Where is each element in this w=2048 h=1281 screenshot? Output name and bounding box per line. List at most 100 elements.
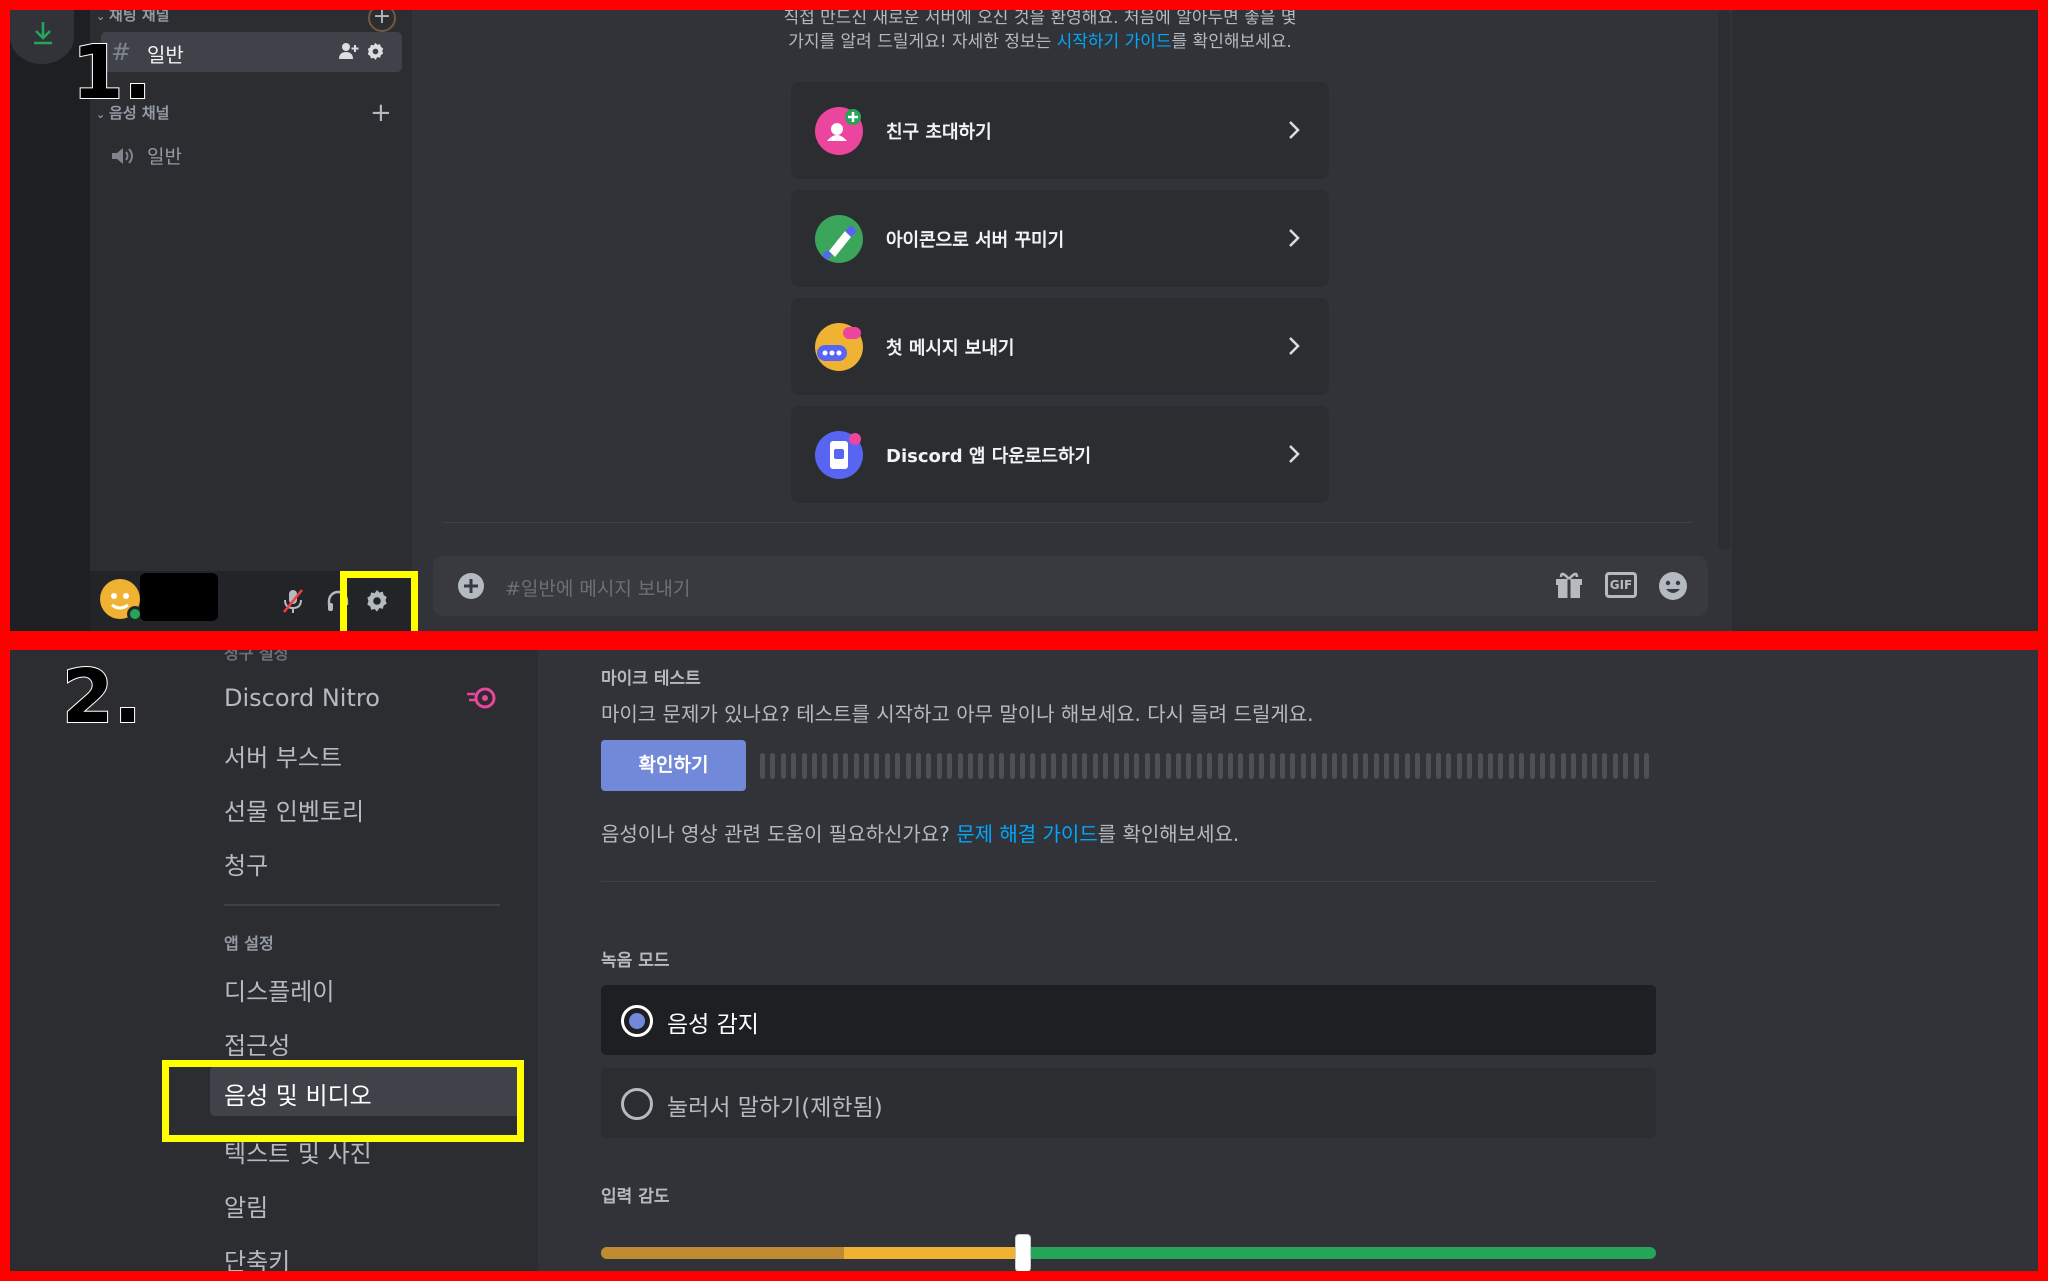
mic-meter-bar — [874, 753, 880, 779]
card-download-app[interactable]: Discord 앱 다운로드하기 — [791, 406, 1329, 503]
mic-meter-bar — [978, 753, 984, 779]
nav-server-boost[interactable]: 서버 부스트 — [224, 738, 342, 773]
nav-accessibility[interactable]: 접근성 — [224, 1026, 290, 1061]
mic-meter-bar — [1196, 753, 1202, 779]
mic-meter-bar — [1280, 753, 1285, 779]
nav-gift-inventory[interactable]: 선물 인벤토리 — [224, 792, 364, 827]
radio-label: 눌러서 말하기(제한됨) — [667, 1095, 883, 1121]
nav-discord-nitro[interactable]: Discord Nitro — [224, 684, 380, 712]
mic-meter-bar — [936, 753, 942, 779]
nav-display[interactable]: 디스플레이 — [224, 972, 334, 1007]
mic-meter-bar — [968, 753, 973, 779]
mute-mic-icon[interactable] — [282, 588, 304, 614]
message-composer[interactable]: #일반에 메시지 보내기 GIF — [433, 556, 1708, 616]
welcome-line-2: 가지를 알려 드릴게요! 자세한 정보는 시작하기 가이드를 확인해보세요. — [788, 32, 1292, 52]
message-input-placeholder[interactable]: #일반에 메시지 보내기 — [505, 574, 690, 601]
getting-started-link[interactable]: 시작하기 가이드 — [1057, 32, 1172, 52]
nav-notifications[interactable]: 알림 — [224, 1188, 268, 1223]
step-number-2: 2. — [61, 653, 143, 741]
mic-test-description: 마이크 문제가 있나요? 테스트를 시작하고 아무 말이나 해보세요. 다시 들… — [601, 702, 1314, 726]
mic-meter-bar — [1633, 753, 1639, 779]
mic-meter-bar — [1113, 753, 1119, 779]
add-attachment-icon[interactable] — [457, 572, 485, 600]
text-channel-category[interactable]: ⌄ 채팅 채널 — [96, 10, 169, 25]
card-first-message[interactable]: 첫 메시지 보내기 — [791, 298, 1329, 395]
mic-meter-bar — [1612, 753, 1618, 779]
nav-label: Discord Nitro — [224, 684, 380, 712]
mic-meter-bar — [916, 753, 921, 779]
create-voice-channel-plus-icon[interactable]: + — [370, 98, 392, 128]
mic-meter-bar — [1623, 753, 1629, 779]
mic-meter-bar — [1571, 753, 1577, 779]
channel-settings-gear-icon[interactable] — [366, 42, 385, 61]
mic-meter-bar — [1332, 753, 1337, 779]
mic-meter-bar — [1446, 753, 1452, 779]
avatar[interactable] — [100, 579, 143, 622]
mic-meter-bar — [1363, 753, 1369, 779]
mic-meter-bar — [780, 753, 786, 779]
channel-item-general-voice[interactable]: 일반 — [101, 135, 402, 175]
input-sensitivity-slider[interactable] — [601, 1247, 1656, 1259]
mic-meter-bar — [1186, 753, 1192, 779]
mic-meter-bar — [1092, 753, 1098, 779]
sensitivity-track-fill — [844, 1247, 1023, 1259]
mic-meter-bar — [864, 753, 869, 779]
mic-meter-bar — [822, 753, 828, 779]
mic-meter-bar — [1030, 753, 1036, 779]
mic-meter-bar — [1207, 753, 1213, 779]
nav-billing[interactable]: 청구 — [224, 846, 268, 881]
mic-meter-bar — [1009, 753, 1015, 779]
mic-meter-bar — [812, 753, 817, 779]
add-member-icon[interactable] — [339, 42, 359, 60]
sensitivity-slider-thumb[interactable] — [1015, 1234, 1031, 1271]
nav-keybinds[interactable]: 단축키 — [224, 1242, 290, 1271]
mic-meter-bar — [1144, 753, 1150, 779]
scrollbar[interactable] — [1718, 10, 1730, 550]
highlight-user-settings — [340, 571, 418, 631]
mic-meter-bar — [988, 753, 994, 779]
radio-voice-activity[interactable]: 음성 감지 — [601, 985, 1656, 1055]
mic-meter-bar — [1384, 753, 1389, 779]
gif-picker-button[interactable]: GIF — [1605, 572, 1637, 598]
mic-meter-bar — [1436, 753, 1441, 779]
card-invite-friends[interactable]: 친구 초대하기 — [791, 82, 1329, 179]
billing-settings-header: 청구 설정 — [224, 650, 289, 663]
create-channel-plus-icon[interactable]: + — [368, 10, 396, 32]
channel-name: 일반 — [147, 146, 182, 168]
mic-meter-bar — [1373, 753, 1379, 779]
input-mode-label: 녹음 모드 — [601, 951, 670, 971]
mic-meter-bar — [853, 753, 859, 779]
mic-meter-bar — [1394, 753, 1400, 779]
radio-push-to-talk[interactable]: 눌러서 말하기(제한됨) — [601, 1068, 1656, 1138]
divider — [442, 522, 1692, 523]
settings-sidebar: 청구 설정 Discord Nitro 서버 부스트 선물 인벤토리 청구 앱 … — [10, 650, 538, 1271]
mic-test-button[interactable]: 확인하기 — [601, 740, 746, 791]
section-divider — [601, 881, 1656, 882]
radio-label: 음성 감지 — [667, 1012, 759, 1038]
mic-meter-bar — [1103, 753, 1109, 779]
welcome-line-1: 직접 만드신 새로운 서버에 오신 것을 환영해요. 처음에 알아두면 좋을 몇 — [783, 10, 1297, 28]
mic-meter-bar — [1040, 753, 1046, 779]
emoji-icon[interactable] — [1658, 571, 1688, 601]
mic-test-label: 마이크 테스트 — [601, 669, 701, 689]
download-apps-button[interactable] — [10, 10, 74, 64]
card-label: 친구 초대하기 — [886, 122, 992, 143]
mic-meter-bar — [1217, 753, 1223, 779]
troubleshooting-guide-link[interactable]: 문제 해결 가이드 — [956, 822, 1098, 846]
gift-icon[interactable] — [1555, 572, 1583, 600]
nav-divider — [224, 904, 500, 906]
mic-meter-bar — [957, 753, 963, 779]
mic-meter-bar — [1300, 753, 1306, 779]
step-number-1: 1. — [71, 29, 153, 117]
mic-meter-bar — [1051, 753, 1057, 779]
mic-meter-bar — [1404, 753, 1410, 779]
app-settings-header: 앱 설정 — [224, 934, 274, 953]
card-customize-server[interactable]: 아이콘으로 서버 꾸미기 — [791, 190, 1329, 287]
mic-meter-bar — [1602, 753, 1608, 779]
discord-settings-screen: 청구 설정 Discord Nitro 서버 부스트 선물 인벤토리 청구 앱 … — [10, 650, 2038, 1271]
mic-meter-bar — [1124, 753, 1129, 779]
mic-meter-bar — [1176, 753, 1181, 779]
mic-meter-bar — [1508, 753, 1514, 779]
highlight-voice-video-nav — [162, 1060, 524, 1142]
mic-meter-bar — [926, 753, 932, 779]
